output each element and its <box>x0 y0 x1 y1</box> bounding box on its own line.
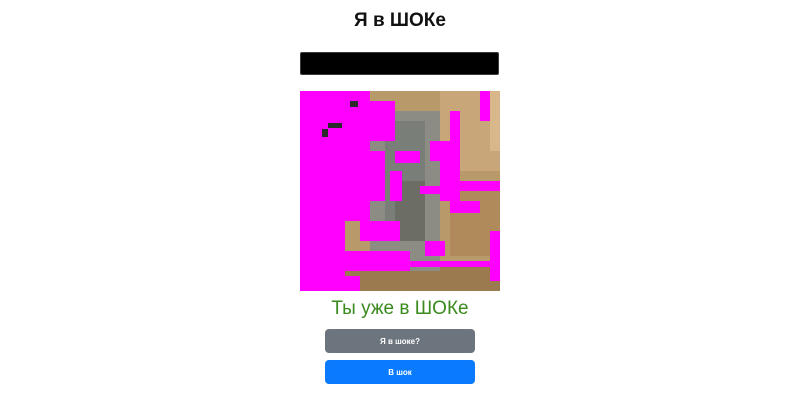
page: Я в ШОКе Ты уже в ШОКе Я в шоке? В шок <box>0 0 800 408</box>
am-i-shocked-button[interactable]: Я в шоке? <box>325 329 475 353</box>
glitched-photo-image <box>300 91 500 291</box>
photo-icon <box>300 91 500 291</box>
go-shock-button[interactable]: В шок <box>325 360 475 384</box>
status-message: Ты уже в ШОКе <box>331 298 469 319</box>
page-title: Я в ШОКе <box>354 10 446 31</box>
glitch-strip <box>100 401 505 408</box>
black-bar <box>300 52 499 75</box>
